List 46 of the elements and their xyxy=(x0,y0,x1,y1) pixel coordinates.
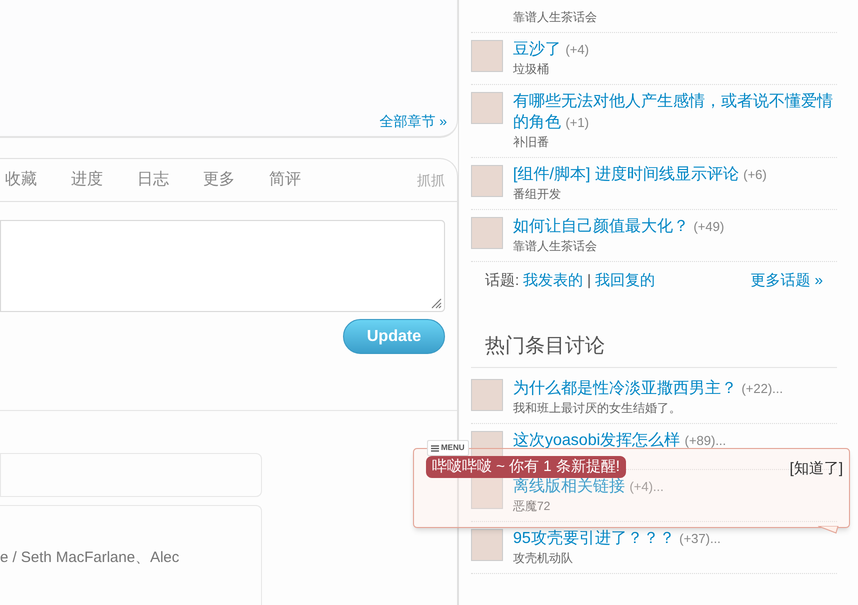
topics-label: 话题: xyxy=(485,271,520,291)
reply-count: (+49) xyxy=(693,219,724,234)
all-chapters-link[interactable]: 全部章节 » xyxy=(379,111,447,132)
reply-count: (+6) xyxy=(743,167,767,182)
tab[interactable]: 抓抓 xyxy=(417,170,445,190)
topic-link[interactable]: [组件/脚本] 进度时间线显示评论 (+6) xyxy=(513,164,767,185)
reply-count: (+4)... xyxy=(629,478,664,494)
menu-icon xyxy=(431,444,439,452)
resize-grip-icon[interactable] xyxy=(430,297,442,309)
section-heading: 热门条目讨论 xyxy=(485,334,605,356)
reply-count: (+1) xyxy=(565,115,589,130)
group-name[interactable]: 靠谱人生茶话会 xyxy=(513,237,724,255)
more-topics-link[interactable]: 更多话题 » xyxy=(750,270,823,292)
topic-link[interactable]: 为什么都是性冷淡亚撒西男主？ (+22)... xyxy=(513,378,783,398)
reply-count: (+89)... xyxy=(684,432,726,448)
popup-tail-icon xyxy=(818,526,840,534)
dismiss-link[interactable]: [知道了] xyxy=(790,458,843,480)
my-topics-link[interactable]: 我发表的 xyxy=(523,270,584,292)
group-name[interactable]: 番组开发 xyxy=(513,185,767,203)
group-name[interactable]: 攻壳机动队 xyxy=(513,548,721,566)
topic-link[interactable]: 有哪些无法对他人产生感情，或者说不懂爱情的角色 (+1) xyxy=(513,91,837,133)
reply-count: (+22)... xyxy=(741,380,783,396)
topic-link[interactable]: 95攻壳要引进了？？？ (+37)... xyxy=(513,528,721,548)
notification-message: 哔啵哔啵 ~ 你有 1 条新提醒! xyxy=(426,456,626,478)
group-name[interactable]: 垃圾桶 xyxy=(513,60,589,78)
tab[interactable]: 简评 xyxy=(269,168,335,192)
topic-link[interactable]: 离线版相关链接 (+4)... xyxy=(513,476,664,496)
topic-link[interactable]: 豆沙了 (+4) xyxy=(513,39,589,60)
reply-count: (+37)... xyxy=(679,530,721,546)
topic-link[interactable]: 这次yoasobi发挥怎么样 (+89)... xyxy=(513,430,726,450)
credits-text: e / Seth MacFarlane、Alec xyxy=(0,549,180,566)
tab[interactable]: 更多 xyxy=(203,168,269,192)
reply-count: (+4) xyxy=(565,42,589,57)
topic-link[interactable]: 如何让自己颜值最大化？ (+49) xyxy=(513,216,724,237)
group-name[interactable]: 补旧番 xyxy=(513,133,837,151)
avatar-image[interactable] xyxy=(471,476,503,508)
tab[interactable]: 进度 xyxy=(71,168,137,192)
group-name[interactable]: 靠谱人生茶话会 xyxy=(513,8,597,26)
tab[interactable]: 收藏 xyxy=(5,168,71,192)
tab[interactable]: 日志 xyxy=(137,168,203,192)
update-button[interactable]: Update xyxy=(343,319,445,354)
group-name[interactable]: 我和班上最讨厌的女生结婚了。 xyxy=(513,398,783,416)
link-separator: | xyxy=(587,271,592,291)
group-name[interactable]: 恶魔72 xyxy=(513,496,664,514)
my-topics-link[interactable]: 我回复的 xyxy=(595,270,656,292)
menu-button[interactable]: MENU xyxy=(427,440,469,456)
